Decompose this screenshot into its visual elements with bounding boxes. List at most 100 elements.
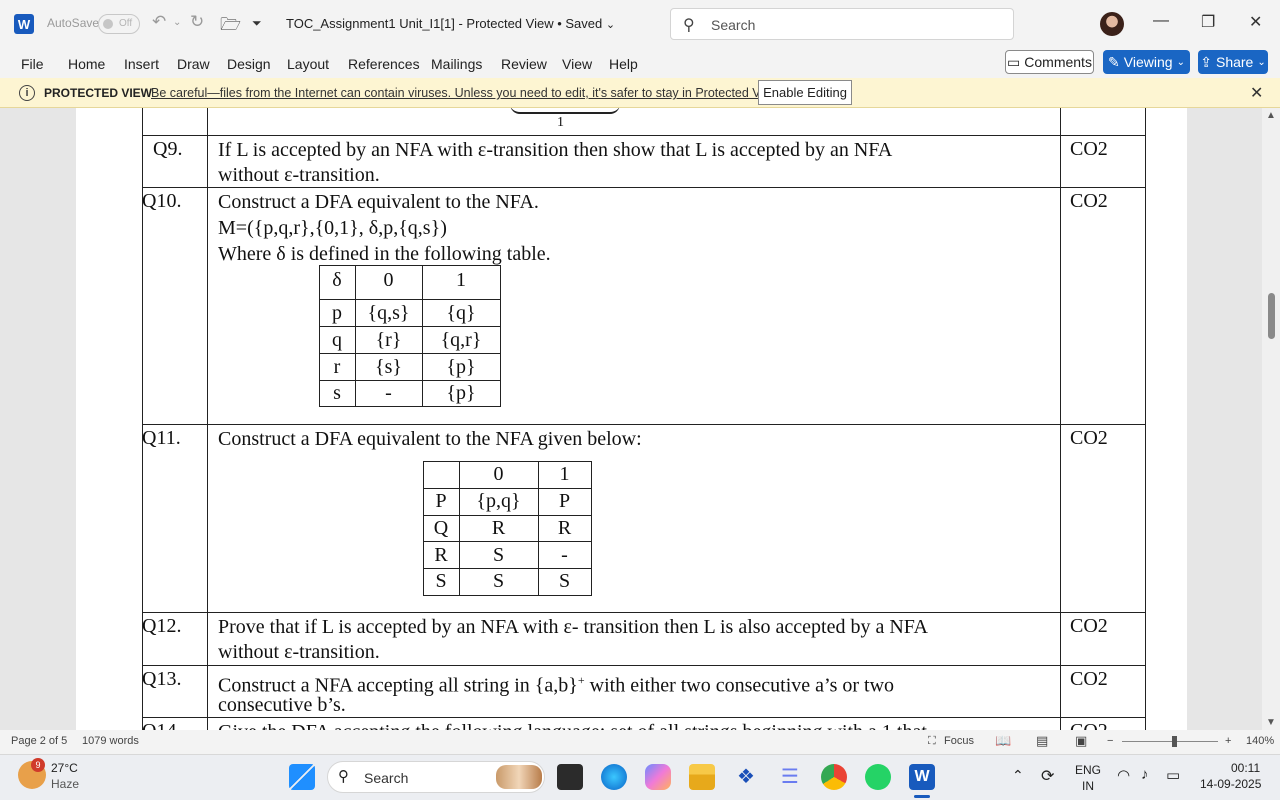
comment-icon: ▭ bbox=[1007, 53, 1021, 70]
table-cell: R bbox=[434, 544, 448, 566]
close-icon[interactable]: ✕ bbox=[1249, 12, 1262, 32]
wifi-icon[interactable]: ◠ bbox=[1117, 766, 1130, 784]
search-icon: ⚲ bbox=[338, 768, 349, 785]
autosave-state: Off bbox=[119, 18, 133, 29]
question-text: without ε-transition. bbox=[218, 164, 380, 186]
enable-editing-button[interactable]: Enable Editing bbox=[758, 80, 852, 105]
open-folder-icon[interactable]: 🗁 bbox=[220, 12, 241, 41]
zoom-slider-knob[interactable] bbox=[1172, 736, 1177, 747]
chevron-down-icon: ⌄ bbox=[1257, 56, 1266, 68]
tab-view[interactable]: View bbox=[562, 56, 592, 72]
zoom-out-icon[interactable]: − bbox=[1107, 735, 1113, 747]
diagram-label-fragment: 1 bbox=[557, 115, 564, 130]
table-cell: {r} bbox=[375, 329, 402, 351]
tab-review[interactable]: Review bbox=[501, 56, 547, 72]
table-border-col1 bbox=[207, 108, 208, 730]
speaker-icon[interactable]: ♪ bbox=[1141, 766, 1149, 783]
scroll-down-icon[interactable]: ▼ bbox=[1266, 717, 1276, 728]
tab-file[interactable]: File bbox=[21, 56, 44, 72]
avatar[interactable] bbox=[1100, 12, 1124, 36]
task-view-icon[interactable] bbox=[557, 764, 583, 790]
restore-icon[interactable]: ❐ bbox=[1201, 12, 1215, 32]
course-outcome: CO2 bbox=[1070, 668, 1108, 690]
word-taskbar-icon[interactable]: W bbox=[909, 764, 935, 790]
word-count[interactable]: 1079 words bbox=[82, 735, 139, 747]
zoom-level[interactable]: 140% bbox=[1246, 735, 1274, 747]
tab-draw[interactable]: Draw bbox=[177, 56, 210, 72]
table-cell: r bbox=[333, 356, 341, 378]
focus-icon[interactable]: ⛶ bbox=[928, 735, 936, 748]
read-mode-icon[interactable]: 📖 bbox=[995, 733, 1011, 749]
search-input[interactable]: ⚲ Search bbox=[670, 8, 1014, 40]
autosave-label: AutoSave bbox=[47, 16, 100, 30]
row-divider bbox=[142, 424, 1146, 425]
share-button[interactable]: ⇪ Share ⌄ bbox=[1198, 50, 1268, 74]
row-divider bbox=[142, 665, 1146, 666]
document-title[interactable]: TOC_Assignment1 Unit_I1[1] - Protected V… bbox=[286, 16, 615, 31]
zoom-slider-track[interactable] bbox=[1122, 741, 1218, 742]
tab-home[interactable]: Home bbox=[68, 56, 105, 72]
whatsapp-icon[interactable] bbox=[865, 764, 891, 790]
weather-temp[interactable]: 27°C bbox=[51, 761, 78, 775]
copilot-icon[interactable] bbox=[645, 764, 671, 790]
grid-line bbox=[319, 380, 501, 381]
chrome-icon[interactable] bbox=[821, 764, 847, 790]
zoom-in-icon[interactable]: + bbox=[1225, 735, 1231, 747]
battery-icon[interactable]: ▭ bbox=[1166, 766, 1180, 784]
sync-icon[interactable]: ⟳ bbox=[1041, 766, 1054, 786]
grid-line bbox=[319, 406, 501, 407]
tab-help[interactable]: Help bbox=[609, 56, 638, 72]
table-border-right bbox=[1145, 108, 1146, 730]
tab-layout[interactable]: Layout bbox=[287, 56, 329, 72]
pencil-icon: ✎ bbox=[1108, 53, 1120, 70]
clock-time[interactable]: 00:11 bbox=[1231, 761, 1260, 775]
language-region: IN bbox=[1082, 779, 1094, 793]
vertical-scrollbar[interactable]: ▲ ▼ bbox=[1262, 108, 1280, 730]
tab-mailings[interactable]: Mailings bbox=[431, 56, 482, 72]
undo-icon[interactable]: ↶ bbox=[152, 12, 166, 32]
question-number: Q10. bbox=[142, 190, 182, 212]
document-canvas[interactable]: 1 Q9. If L is accepted by an NFA with ε-… bbox=[0, 108, 1262, 730]
autosave-toggle[interactable]: Off bbox=[98, 14, 140, 34]
table-cell: S bbox=[492, 544, 505, 566]
dropbox-icon[interactable]: ❖ bbox=[733, 764, 759, 790]
file-explorer-icon[interactable] bbox=[689, 764, 715, 790]
taskbar: 9 27°C Haze ⚲ Search ❖ ☰ W ⌃ ⟳ ENG IN ◠ … bbox=[0, 754, 1280, 800]
active-app-indicator bbox=[914, 795, 930, 798]
tab-design[interactable]: Design bbox=[227, 56, 271, 72]
page-indicator[interactable]: Page 2 of 5 bbox=[11, 735, 67, 747]
protected-view-message[interactable]: Be careful—files from the Internet can c… bbox=[151, 86, 782, 100]
windows-start-icon[interactable] bbox=[289, 764, 315, 790]
scroll-up-icon[interactable]: ▲ bbox=[1266, 110, 1276, 121]
taskbar-search[interactable]: ⚲ Search bbox=[327, 761, 545, 793]
grid-line bbox=[423, 568, 592, 569]
undo-dropdown-icon[interactable]: ⌄ bbox=[173, 17, 181, 28]
table-border-col2 bbox=[1060, 108, 1061, 730]
minimize-icon[interactable]: — bbox=[1153, 12, 1169, 30]
comments-button[interactable]: ▭ Comments bbox=[1005, 50, 1094, 74]
focus-label[interactable]: Focus bbox=[944, 735, 974, 747]
language-primary[interactable]: ENG bbox=[1075, 763, 1101, 777]
app-list-icon[interactable]: ☰ bbox=[777, 764, 803, 790]
redo-icon[interactable]: ↻ bbox=[190, 12, 204, 32]
web-layout-icon[interactable]: ▣ bbox=[1075, 733, 1087, 749]
edge-icon[interactable] bbox=[601, 764, 627, 790]
table-header-cell: 0 bbox=[493, 463, 504, 485]
print-layout-icon[interactable]: ▤ bbox=[1036, 733, 1048, 749]
chevron-up-icon[interactable]: ⌃ bbox=[1012, 767, 1024, 784]
course-outcome: CO2 bbox=[1070, 138, 1108, 160]
table-cell: P bbox=[435, 490, 447, 512]
question-text: consecutive b’s. bbox=[218, 694, 346, 716]
weather-condition: Haze bbox=[51, 777, 80, 791]
scrollbar-thumb[interactable] bbox=[1268, 293, 1275, 339]
tab-insert[interactable]: Insert bbox=[124, 56, 159, 72]
grid-line bbox=[591, 461, 592, 595]
viewing-mode-button[interactable]: ✎ Viewing ⌄ bbox=[1103, 50, 1190, 74]
clock-date: 14-09-2025 bbox=[1200, 777, 1262, 791]
comments-label: Comments bbox=[1024, 54, 1092, 70]
table-cell: R bbox=[491, 517, 506, 539]
row-divider bbox=[142, 135, 1146, 136]
close-icon[interactable]: ✕ bbox=[1250, 83, 1263, 103]
customize-toolbar-icon[interactable]: ⏷ bbox=[252, 16, 262, 31]
tab-references[interactable]: References bbox=[348, 56, 420, 72]
